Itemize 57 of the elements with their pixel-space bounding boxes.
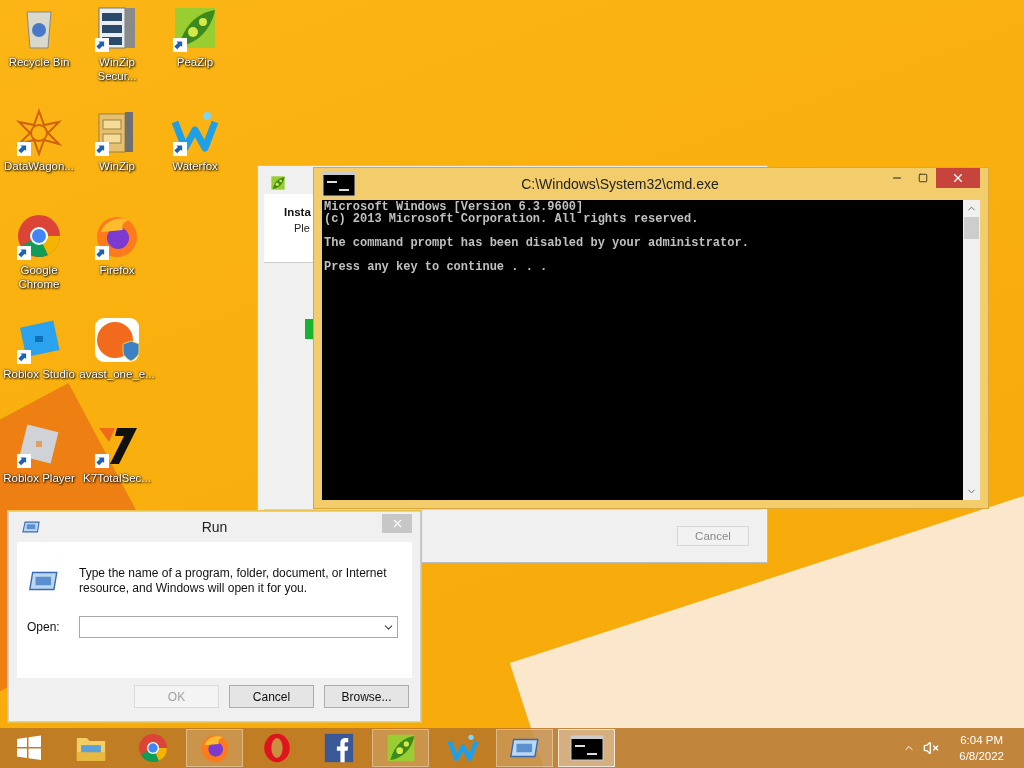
desktop-shortcut[interactable]: Roblox Studio	[0, 316, 78, 396]
desktop-shortcut[interactable]: WinZip Secur...	[78, 4, 156, 84]
desktop-shortcut[interactable]: PeaZip	[156, 4, 234, 84]
dialog-button[interactable]: Browse...	[324, 685, 409, 708]
desktop-shortcut[interactable]: Waterfox	[156, 108, 234, 188]
desktop-shortcut[interactable]: DataWagon...	[0, 108, 78, 188]
desktop-shortcut[interactable]: Roblox Player	[0, 420, 78, 500]
close-button[interactable]	[382, 514, 412, 533]
window-title: C:\Windows\System32\cmd.exe	[520, 176, 720, 192]
clock[interactable]: 6:04 PM 6/8/2022	[959, 732, 1004, 764]
shortcut-label: PeaZip	[175, 55, 215, 69]
shield-badge-icon	[93, 316, 141, 364]
maximize-icon	[918, 173, 928, 183]
desktop-shortcut[interactable]: WinZip	[78, 108, 156, 188]
close-button[interactable]	[936, 168, 980, 188]
windows-logo-icon	[15, 735, 42, 761]
star-pattern-icon	[15, 108, 63, 156]
desktop-shortcut[interactable]: K7TotalSec...	[78, 420, 156, 500]
muted-speaker-icon[interactable]	[923, 740, 940, 756]
console-line: Microsoft Windows [Version 6.3.9600]	[324, 201, 584, 213]
shortcut-label: Google Chrome	[17, 263, 61, 291]
installer-heading: Insta	[284, 206, 311, 218]
taskbar-button[interactable]	[558, 729, 615, 767]
desktop-shortcut[interactable]: Recycle Bin	[0, 4, 78, 84]
close-icon	[951, 171, 965, 185]
pea-pod-icon	[270, 175, 286, 191]
console-window-icon	[322, 171, 356, 197]
shortcut-label: K7TotalSec...	[82, 471, 152, 485]
open-combo-field[interactable]	[79, 616, 398, 638]
cancel-button[interactable]: Cancel	[677, 526, 749, 546]
shortcut-label: Roblox Player	[2, 471, 76, 485]
dialog-button[interactable]: Cancel	[229, 685, 314, 708]
run-description: Type the name of a program, folder, document, or Internet resource, and Windows will open it for you.	[79, 566, 388, 596]
window-title: Run	[200, 519, 229, 535]
desktop-shortcut[interactable]: avast_one_e...	[78, 316, 156, 396]
open-label: Open:	[27, 620, 61, 634]
wave-logo-icon	[446, 732, 479, 764]
console-line: Press any key to continue . . .	[324, 261, 549, 273]
shortcut-label: Waterfox	[171, 159, 219, 173]
shortcut-label: Recycle Bin	[7, 55, 71, 69]
console-window-icon	[569, 735, 604, 761]
desktop-shortcut[interactable]: Firefox	[78, 212, 156, 292]
scroll-thumb[interactable]	[964, 217, 979, 239]
installer-subtext: Ple	[294, 222, 310, 234]
console-line: The command prompt has been disabled by your administrator.	[324, 237, 750, 249]
scrollbar[interactable]	[963, 200, 980, 500]
shortcut-label: DataWagon...	[3, 159, 75, 173]
shortcut-label: avast_one_e...	[79, 367, 155, 381]
shortcut-label: Firefox	[98, 263, 136, 277]
chrome-ball-icon	[136, 732, 169, 764]
run-window-icon	[21, 520, 41, 534]
chrome-ball-icon	[15, 212, 63, 260]
shortcut-label: Roblox Studio	[2, 367, 76, 381]
desktop-shortcut[interactable]: Google Chrome	[0, 212, 78, 292]
console-line: (c) 2013 Microsoft Corporation. All rights reserved.	[324, 213, 700, 225]
shortcut-label: WinZip	[98, 159, 136, 173]
shortcut-label: WinZip Secur...	[96, 55, 138, 83]
